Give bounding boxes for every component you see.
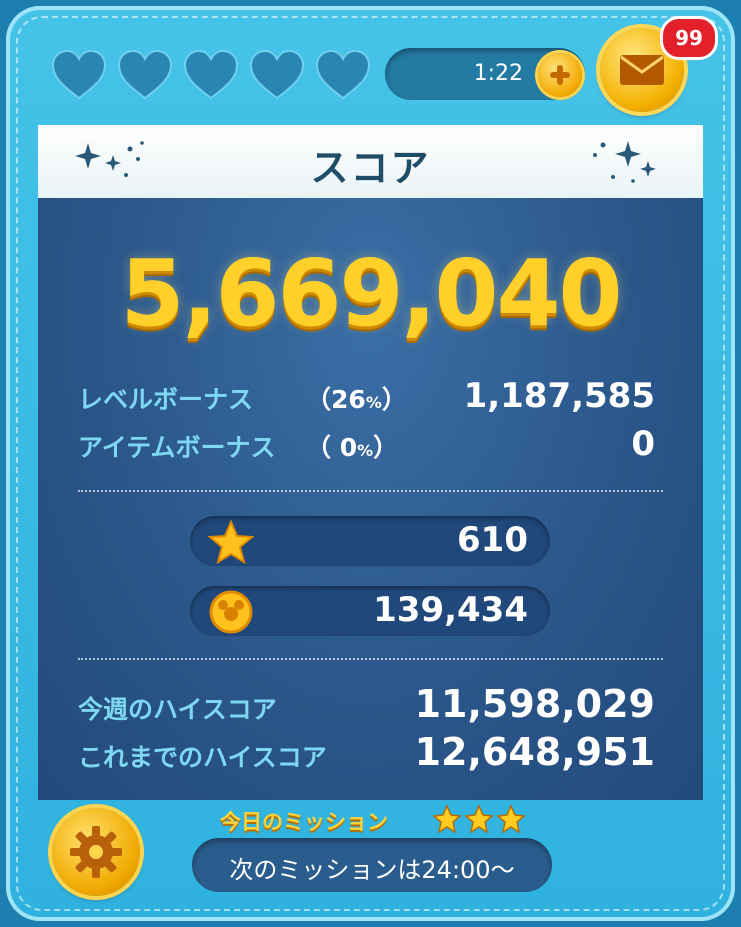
- bonus-label: レベルボーナス: [78, 385, 254, 414]
- daily-mission-title: 今日のミッション: [220, 810, 388, 834]
- star-icon: [464, 804, 494, 834]
- hearts-bar: [50, 48, 372, 102]
- mail-count-badge: 99: [660, 16, 718, 60]
- high-score-value: 11,598,029: [414, 682, 655, 726]
- next-mission-text: 次のミッションは24:00〜: [229, 856, 515, 884]
- high-score-label: 今週のハイスコア: [78, 695, 277, 724]
- bonus-value: 1,187,585: [463, 376, 655, 416]
- score-panel: 5,669,040 レベルボーナス （26%） 1,187,585 アイテムボー…: [38, 198, 703, 800]
- mission-stars: [432, 804, 526, 834]
- bonus-label: アイテムボーナス: [78, 433, 276, 462]
- heart-icon: [315, 49, 371, 100]
- bonus-percent: （26%）: [306, 385, 407, 414]
- sparkle-icon: [593, 141, 656, 183]
- all-time-high-score-row: これまでのハイスコア 12,648,951: [78, 730, 655, 774]
- level-bonus-row: レベルボーナス （26%） 1,187,585: [78, 376, 655, 416]
- item-bonus-row: アイテムボーナス （ 0%） 0: [78, 424, 655, 464]
- weekly-high-score-row: 今週のハイスコア 11,598,029: [78, 682, 655, 726]
- high-score-value: 12,648,951: [414, 730, 655, 774]
- coin-count: 139,434: [373, 590, 528, 630]
- total-score: 5,669,040: [120, 240, 623, 347]
- heart-icon: [183, 49, 239, 100]
- heart-timer: 1:22: [385, 48, 585, 100]
- heart-icon: [51, 49, 107, 100]
- add-hearts-button[interactable]: [538, 53, 582, 97]
- envelope-icon: [620, 55, 664, 85]
- star-count: 610: [457, 520, 528, 560]
- coin-reward-row: 139,434: [190, 586, 550, 636]
- bonus-value: 0: [631, 424, 655, 464]
- star-icon: [496, 804, 526, 834]
- next-mission-pill[interactable]: 次のミッションは24:00〜: [192, 838, 552, 892]
- star-icon: [432, 804, 462, 834]
- heart-timer-text: 1:22: [473, 61, 523, 86]
- high-score-label: これまでのハイスコア: [78, 743, 327, 772]
- star-reward-row: 610: [190, 516, 550, 566]
- bonus-percent: （ 0%）: [306, 433, 399, 462]
- title-band: スコア: [38, 125, 703, 199]
- star-icon: [208, 519, 254, 565]
- coin-icon: [209, 590, 253, 634]
- gear-icon: [70, 826, 122, 878]
- settings-button[interactable]: [52, 808, 140, 896]
- heart-icon: [117, 49, 173, 100]
- divider: [78, 490, 663, 492]
- heart-icon: [249, 49, 305, 100]
- divider: [78, 658, 663, 660]
